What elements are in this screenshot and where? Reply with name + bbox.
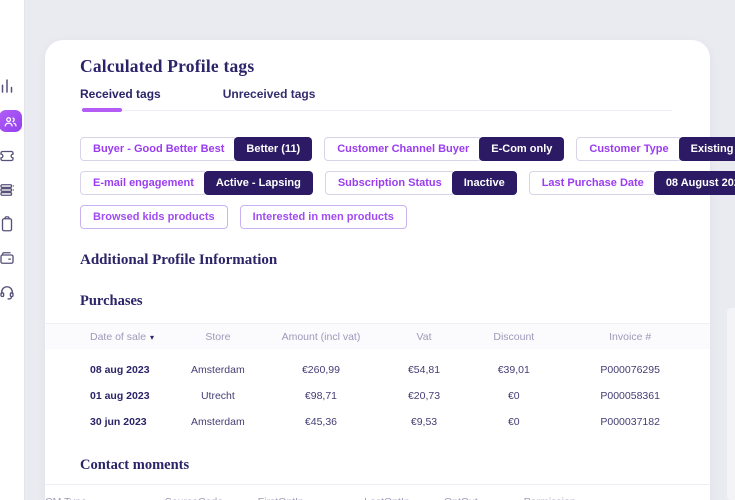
cell-date: 30 jun 2023 (45, 416, 165, 428)
tag-value: E-Com only (479, 137, 564, 161)
column-header-date-of-sale[interactable]: Date of sale▾ (45, 331, 165, 343)
cell-discount: €0 (477, 390, 550, 402)
sidebar-item-wallet[interactable] (0, 248, 25, 268)
list-rows-icon (0, 181, 16, 199)
table-row[interactable]: 01 aug 2023 Utrecht €98,71 €20,73 €0 P00… (45, 383, 710, 409)
cell-store: Amsterdam (165, 416, 271, 428)
cell-vat: €9,53 (371, 416, 477, 428)
active-tab-underline (82, 108, 122, 112)
cell-invoice: P000037182 (550, 416, 710, 428)
column-header-discount: Discount (477, 331, 550, 343)
tab-received-tags[interactable]: Received tags (80, 87, 161, 101)
table-row[interactable]: 08 aug 2023 Amsterdam €260,99 €54,81 €39… (45, 357, 710, 383)
tag-label: Last Purchase Date (529, 171, 657, 195)
page-title: Calculated Profile tags (80, 56, 690, 77)
tag-value: Active - Lapsing (204, 171, 313, 195)
contact-moments-table-header: CM Type . SourceCode FirstOptIn LastOptI… (45, 484, 710, 500)
tag-interested-in-men-products[interactable]: Interested in men products (240, 205, 407, 229)
cell-amount: €260,99 (271, 364, 371, 376)
sort-caret-icon[interactable]: ▾ (150, 333, 154, 342)
tag-buyer-good-better-best[interactable]: Buyer - Good Better Best Better (11) (80, 137, 312, 161)
sidebar-item-queue[interactable] (0, 180, 25, 200)
sidebar-item-support[interactable] (0, 282, 25, 302)
contact-moments-title: Contact moments (80, 457, 690, 474)
cell-discount: €39,01 (477, 364, 550, 376)
column-header-cm-type[interactable]: CM Type . (45, 496, 165, 500)
cell-amount: €45,36 (271, 416, 371, 428)
tag-row: Browsed kids products Interested in men … (80, 205, 690, 229)
table-row[interactable]: 30 jun 2023 Amsterdam €45,36 €9,53 €0 P0… (45, 409, 710, 435)
cell-store: Utrecht (165, 390, 271, 402)
tag-value: 08 August 2023 10:10:57:627 (654, 171, 735, 195)
column-header-firstoptin: FirstOptIn (258, 496, 364, 500)
active-nav-highlight (0, 110, 22, 132)
column-header-sourcecode: SourceCode (165, 496, 258, 500)
sidebar-item-ticket[interactable] (0, 146, 25, 166)
cell-date: 01 aug 2023 (45, 390, 165, 402)
tag-row: Buyer - Good Better Best Better (11) Cus… (80, 137, 690, 161)
cell-invoice: P000076295 (550, 364, 710, 376)
tag-label: Browsed kids products (80, 205, 228, 229)
tag-email-engagement[interactable]: E-mail engagement Active - Lapsing (80, 171, 313, 195)
tag-customer-type[interactable]: Customer Type Existing Multi Buyer (576, 137, 735, 161)
tag-subscription-status[interactable]: Subscription Status Inactive (325, 171, 517, 195)
sidebar-item-customers[interactable] (0, 110, 25, 132)
page-scrollbar[interactable] (727, 308, 735, 500)
wallet-icon (0, 249, 16, 267)
sidebar-item-analytics[interactable] (0, 76, 25, 96)
tag-value: Existing Multi Buyer (679, 137, 735, 161)
column-header-vat: Vat (371, 331, 477, 343)
column-header-amount: Amount (incl vat) (271, 331, 371, 343)
cell-store: Amsterdam (165, 364, 271, 376)
tag-last-purchase-date[interactable]: Last Purchase Date 08 August 2023 10:10:… (529, 171, 735, 195)
cell-date: 08 aug 2023 (45, 364, 165, 376)
bar-chart-icon (0, 77, 16, 95)
tag-label: Subscription Status (325, 171, 455, 195)
tag-row: E-mail engagement Active - Lapsing Subsc… (80, 171, 690, 195)
cell-invoice: P000058361 (550, 390, 710, 402)
column-header-permission: Permission (524, 496, 657, 500)
tag-label: Interested in men products (240, 205, 407, 229)
tags-tab-bar: Received tags Unreceived tags (80, 87, 672, 111)
tag-browsed-kids-products[interactable]: Browsed kids products (80, 205, 228, 229)
headset-icon (0, 283, 16, 301)
tag-value: Inactive (452, 171, 517, 195)
tag-customer-channel-buyer[interactable]: Customer Channel Buyer E-Com only (324, 137, 564, 161)
column-header-optout: OptOut (444, 496, 524, 500)
tag-value: Better (11) (234, 137, 312, 161)
tag-label: Buyer - Good Better Best (80, 137, 237, 161)
profile-tags: Buyer - Good Better Best Better (11) Cus… (80, 137, 690, 229)
tag-label: Customer Type (576, 137, 681, 161)
profile-card: Calculated Profile tags Received tags Un… (45, 40, 710, 500)
purchases-title: Purchases (80, 293, 690, 310)
sidebar-item-clipboard[interactable] (0, 214, 25, 234)
additional-profile-info-title: Additional Profile Information (80, 252, 690, 269)
purchases-table-body: 08 aug 2023 Amsterdam €260,99 €54,81 €39… (45, 349, 710, 435)
cell-amount: €98,71 (271, 390, 371, 402)
column-header-lastoptin: LastOptIn (364, 496, 444, 500)
users-icon (3, 114, 18, 129)
cell-discount: €0 (477, 416, 550, 428)
ticket-icon (0, 147, 16, 165)
column-header-store: Store (165, 331, 271, 343)
tag-label: E-mail engagement (80, 171, 207, 195)
cell-vat: €54,81 (371, 364, 477, 376)
tag-label: Customer Channel Buyer (324, 137, 482, 161)
cell-vat: €20,73 (371, 390, 477, 402)
sidebar-nav (0, 0, 25, 500)
column-header-invoice: Invoice # (550, 331, 710, 343)
purchases-table-header: Date of sale▾ Store Amount (incl vat) Va… (45, 323, 710, 349)
contact-moments-table: CM Type . SourceCode FirstOptIn LastOptI… (45, 484, 710, 500)
purchases-table: Date of sale▾ Store Amount (incl vat) Va… (45, 323, 710, 435)
clipboard-icon (0, 215, 16, 233)
tab-unreceived-tags[interactable]: Unreceived tags (223, 87, 316, 101)
